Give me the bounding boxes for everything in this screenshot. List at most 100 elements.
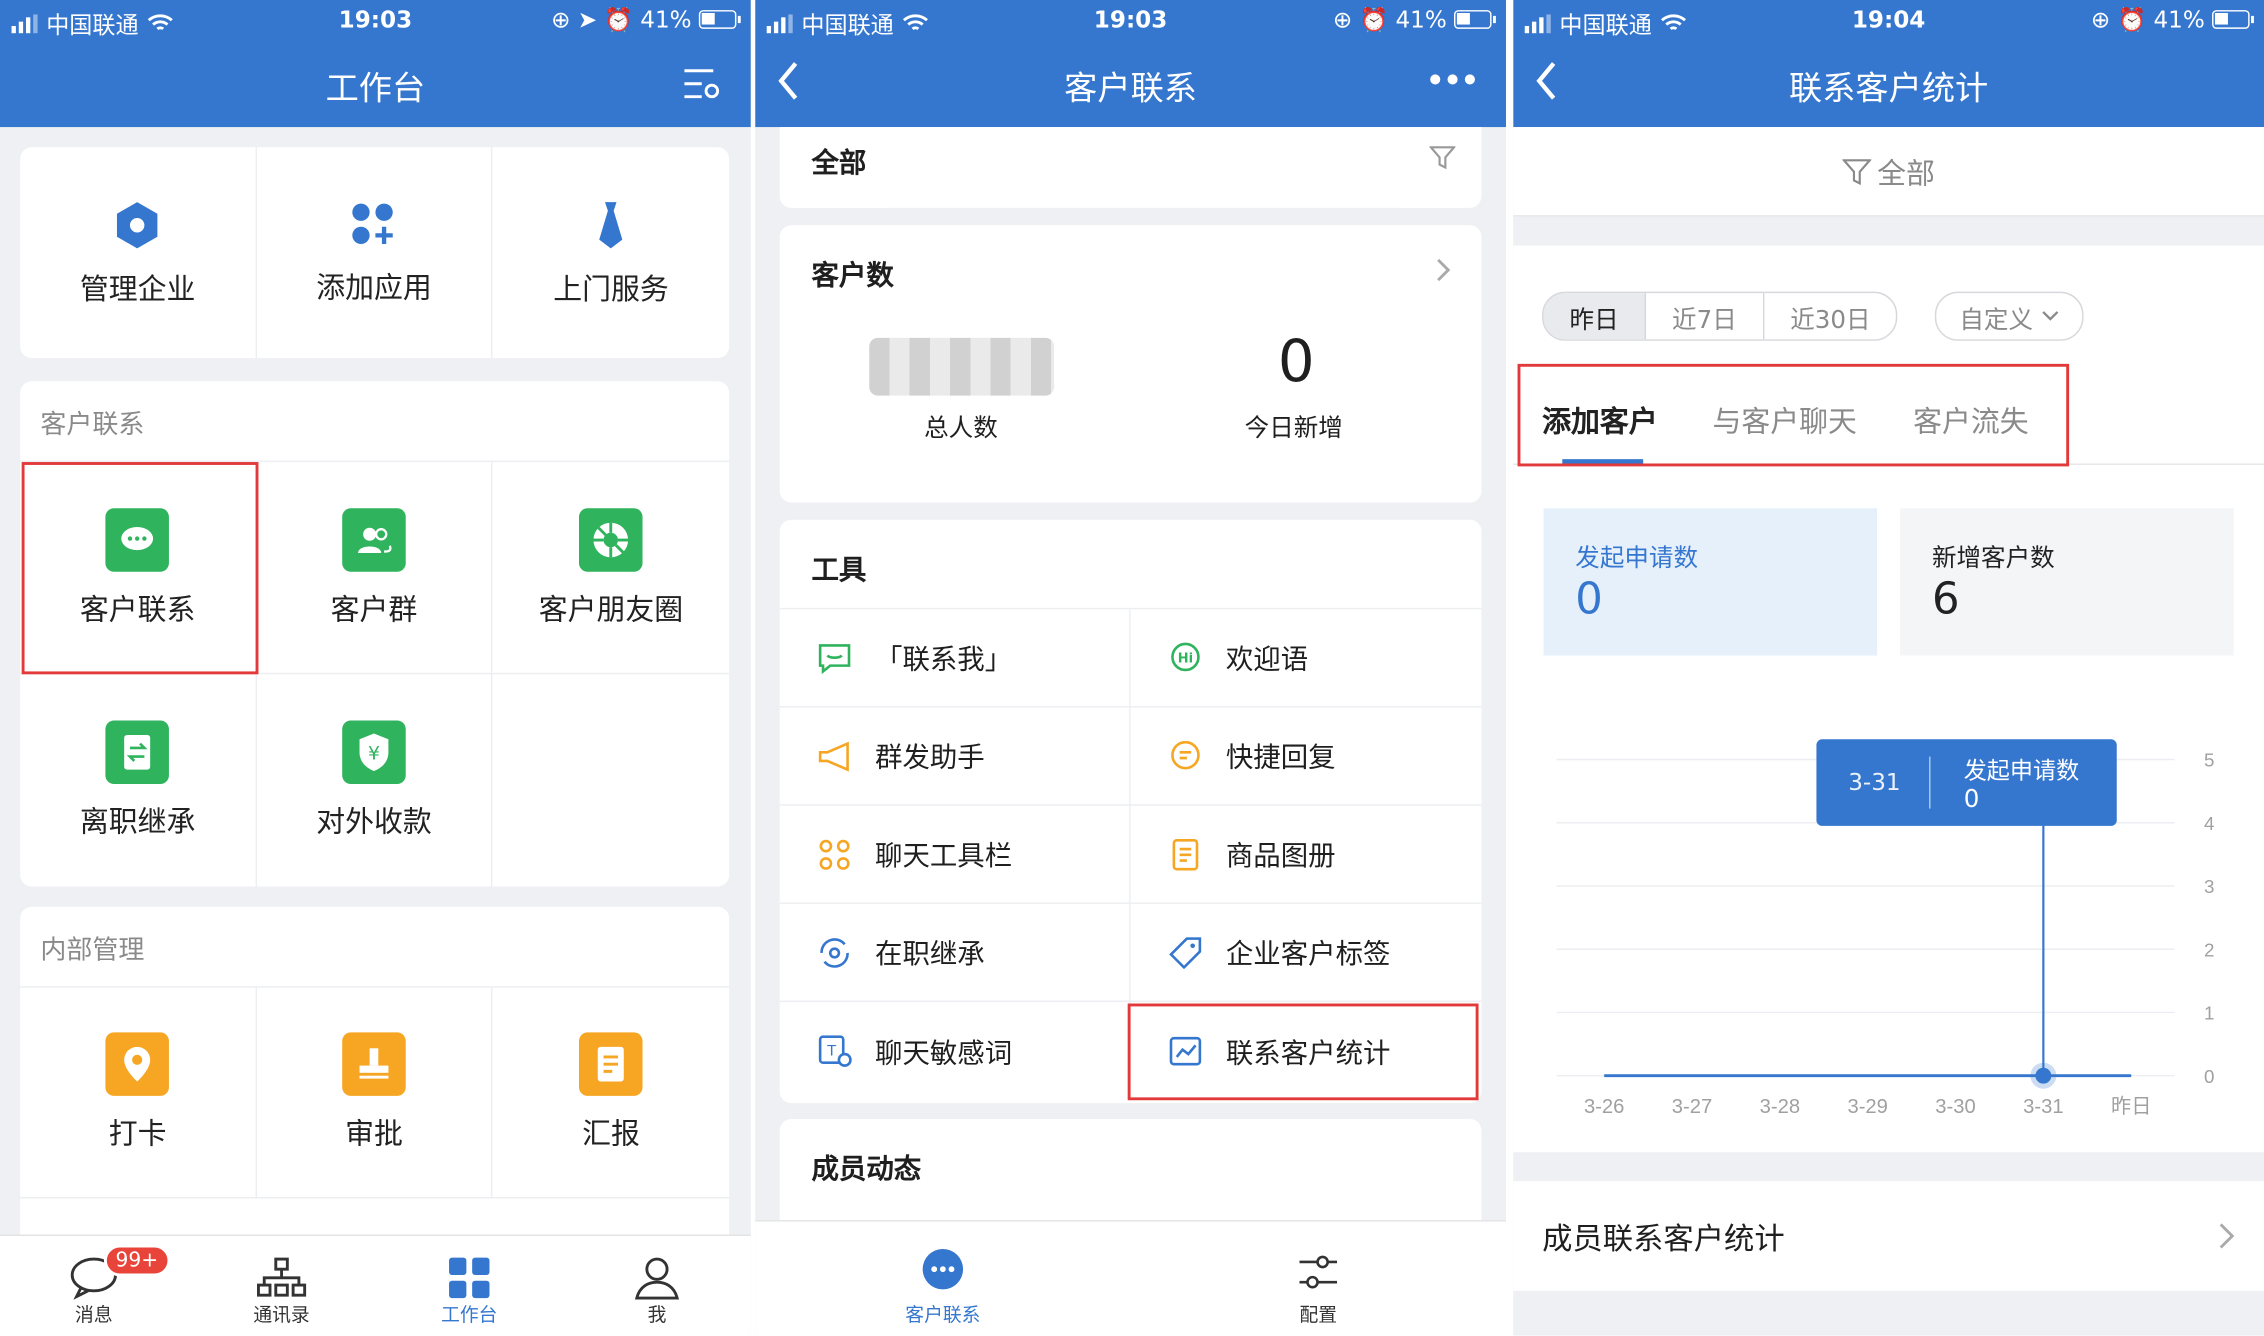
- tab-messages[interactable]: 消息 99+: [0, 1236, 188, 1336]
- add-apps-icon: [352, 202, 393, 244]
- card-title: 客户数: [811, 259, 894, 292]
- stamp-icon: [342, 1032, 406, 1096]
- x-tick-label: 3-26: [1584, 1096, 1624, 1118]
- customer-moments-button[interactable]: 客户朋友圈: [492, 462, 730, 675]
- tool-onjob-inherit[interactable]: 在职继承: [779, 903, 1131, 1003]
- tooltip-value: 0: [1963, 785, 1980, 815]
- tab-me[interactable]: 我: [563, 1236, 751, 1336]
- tab-label: 客户联系: [905, 1305, 981, 1327]
- onsite-service-button[interactable]: 上门服务: [493, 147, 729, 358]
- funnel-icon[interactable]: [1429, 144, 1456, 170]
- custom-range-dropdown[interactable]: 自定义: [1934, 291, 2084, 341]
- battery-percent: 41%: [1395, 5, 1447, 34]
- stat-label: 新增客户数: [1931, 544, 2055, 574]
- tool-label: 群发助手: [875, 742, 985, 774]
- tool-quick-reply[interactable]: 快捷回复: [1130, 708, 1482, 806]
- chevron-right-icon: [1437, 258, 1451, 282]
- y-tick-label: 0: [2204, 1066, 2214, 1087]
- header: 中国联通 19:03 ⊕ ➤ ⏰ 41% 工作台: [0, 0, 751, 128]
- section-title: 内部管理: [20, 907, 730, 988]
- report-label: 汇报: [582, 1116, 640, 1151]
- battery-percent: 41%: [640, 5, 692, 34]
- add-app-button[interactable]: 添加应用: [257, 147, 493, 359]
- more-icon[interactable]: [1428, 72, 1477, 86]
- tool-mass-send[interactable]: 群发助手: [779, 707, 1131, 806]
- battery-percent: 41%: [2153, 5, 2205, 34]
- tab-label: 工作台: [441, 1305, 498, 1327]
- highlight-box: [1517, 363, 2070, 467]
- lock-rotation-icon: ⊕: [2090, 5, 2111, 34]
- tool-contact-me[interactable]: 「联系我」: [779, 609, 1131, 708]
- contact-me-icon: [818, 643, 851, 674]
- tool-welcome-message[interactable]: Hi 欢迎语: [1130, 609, 1482, 708]
- transfer-icon: [105, 720, 170, 785]
- customer-count-card[interactable]: 客户数 总人数 0 今日新增: [779, 225, 1482, 503]
- stats-panel: 昨日 近7日 近30日 自定义 添加客户 与客户聊天 客户流失 发起申请数 0 …: [1513, 245, 2264, 1153]
- range-30days[interactable]: 近30日: [1764, 293, 1896, 339]
- stat-card-requests[interactable]: 发起申请数 0: [1543, 508, 1878, 656]
- tooltip-label: 发起申请数: [1963, 756, 2080, 785]
- top-apps-card: 管理企业 添加应用 上门服务: [20, 147, 730, 359]
- hi-bubble-icon: Hi: [1171, 641, 1200, 671]
- tab-contacts[interactable]: 通讯录: [188, 1236, 376, 1336]
- unread-badge: 99+: [103, 1244, 170, 1277]
- tab-config[interactable]: 配置: [1131, 1222, 1506, 1336]
- resignation-inherit-button[interactable]: 离职继承: [20, 674, 257, 887]
- manage-enterprise-button[interactable]: 管理企业: [20, 147, 257, 359]
- battery-icon: [1454, 10, 1496, 29]
- custom-label: 自定义: [1959, 305, 2034, 335]
- bottom-tab-bar: 客户联系 配置: [755, 1220, 1506, 1336]
- status-bar: 中国联通 19:03 ⊕ ➤ ⏰ 41%: [0, 0, 751, 40]
- bottom-tab-bar: 消息 99+ 通讯录 工作台 我: [0, 1234, 751, 1336]
- megaphone-icon: [818, 740, 849, 771]
- page-title: 客户联系: [1064, 70, 1197, 109]
- settings-list-icon[interactable]: [682, 66, 722, 101]
- tab-label: 我: [647, 1305, 667, 1327]
- external-payment-button[interactable]: ¥ 对外收款: [257, 674, 493, 887]
- header: 中国联通 19:03 ⊕ ⏰ 41% 客户联系: [755, 0, 1506, 128]
- tab-workbench[interactable]: 工作台: [375, 1236, 563, 1336]
- stat-label: 发起申请数: [1575, 544, 1699, 574]
- aperture-icon: [579, 507, 643, 572]
- tie-icon: [599, 201, 623, 248]
- report-button[interactable]: 汇报: [492, 988, 730, 1199]
- x-tick-label: 昨日: [2111, 1095, 2151, 1118]
- funnel-icon: [1842, 158, 1872, 185]
- yuan-shield-icon: ¥: [342, 720, 406, 785]
- tool-customer-tags[interactable]: 企业客户标签: [1130, 904, 1482, 1003]
- alarm-icon: ⏰: [604, 5, 634, 34]
- tool-sensitive-words[interactable]: T 聊天敏感词: [780, 1002, 1131, 1101]
- range-yesterday[interactable]: 昨日: [1543, 293, 1647, 340]
- customer-group-button[interactable]: 客户群: [256, 462, 493, 675]
- add-app-label: 添加应用: [316, 269, 432, 304]
- report-icon: [579, 1032, 643, 1096]
- chart-tooltip: 3-31 发起申请数 0: [1816, 739, 2117, 826]
- chevron-down-icon: [2042, 311, 2059, 321]
- tool-label: 聊天工具栏: [875, 840, 1013, 873]
- svg-text:T: T: [826, 1043, 836, 1059]
- resignation-inherit-label: 离职继承: [79, 804, 196, 839]
- tool-label: 在职继承: [875, 938, 985, 971]
- sensitive-words-icon: T: [818, 1035, 852, 1067]
- filter-bar[interactable]: 全部: [779, 127, 1482, 208]
- approval-button[interactable]: 审批: [256, 987, 493, 1199]
- filter-bar[interactable]: 全部: [1513, 127, 2264, 217]
- tab-customer-contact[interactable]: 客户联系: [755, 1222, 1130, 1336]
- range-7days[interactable]: 近7日: [1646, 293, 1765, 340]
- member-stats-row[interactable]: 成员联系客户统计: [1513, 1181, 2264, 1291]
- sliders-icon: [1299, 1255, 1338, 1289]
- page-title: 联系客户统计: [1788, 70, 1989, 109]
- check-in-button[interactable]: 打卡: [20, 987, 257, 1199]
- tool-chat-toolbar[interactable]: 聊天工具栏: [779, 805, 1131, 904]
- y-tick-label: 2: [2204, 939, 2214, 960]
- stat-value: 6: [1931, 574, 1960, 626]
- y-tick-label: 5: [2204, 750, 2214, 771]
- svg-text:¥: ¥: [368, 743, 380, 764]
- x-tick-label: 3-27: [1672, 1096, 1712, 1118]
- check-in-label: 打卡: [108, 1116, 167, 1151]
- tool-product-catalog[interactable]: 商品图册: [1130, 806, 1482, 904]
- stat-card-new-customers[interactable]: 新增客户数 6: [1900, 508, 2234, 656]
- customer-group-label: 客户群: [330, 591, 418, 626]
- filter-label: 全部: [811, 147, 867, 180]
- tool-label: 企业客户标签: [1225, 938, 1391, 971]
